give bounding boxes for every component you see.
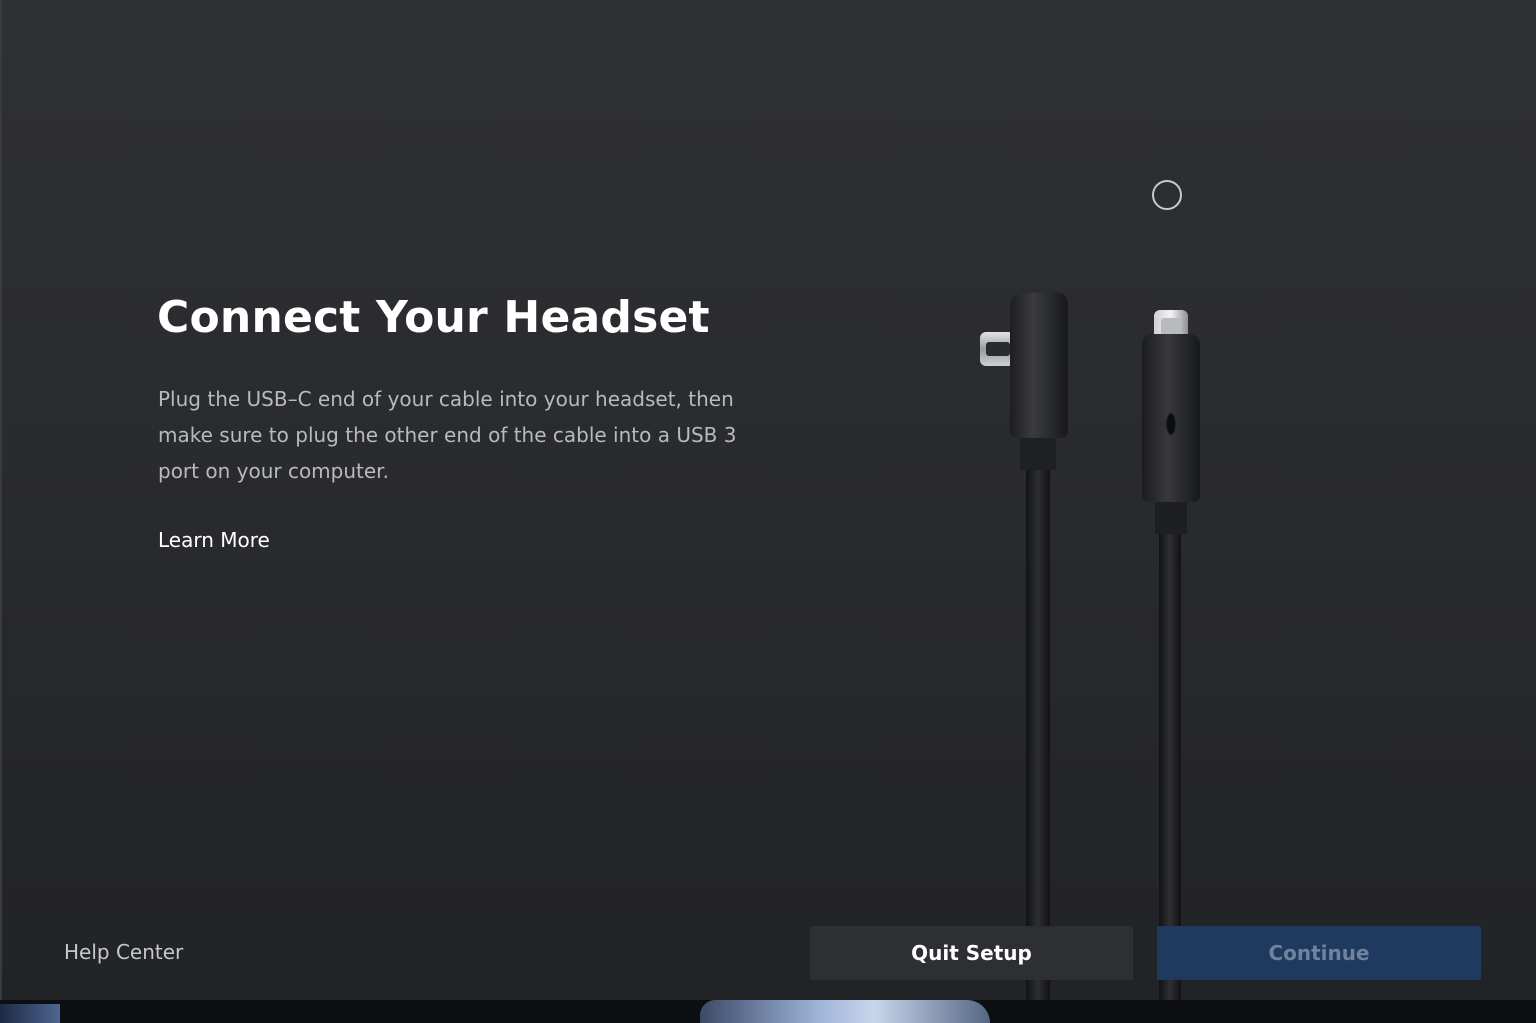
usb-c-cable-illustration: [980, 292, 1200, 1000]
setup-window: Connect Your Headset Plug the USB–C end …: [0, 0, 1536, 1000]
desktop-glow-center: [700, 1000, 990, 1023]
quit-setup-button[interactable]: Quit Setup: [810, 926, 1133, 980]
loading-spinner-icon: [1152, 180, 1182, 210]
page-title: Connect Your Headset: [157, 292, 710, 343]
background-desktop-strip: [0, 1000, 1536, 1023]
instructions-text: Plug the USB–C end of your cable into yo…: [158, 387, 737, 483]
help-center-link[interactable]: Help Center: [64, 940, 183, 964]
straight-connector: [1142, 310, 1200, 1000]
right-angle-connector: [980, 292, 1068, 1000]
continue-button[interactable]: Continue: [1157, 926, 1481, 980]
learn-more-link[interactable]: Learn More: [158, 528, 270, 552]
desktop-glow-left: [0, 1004, 60, 1023]
